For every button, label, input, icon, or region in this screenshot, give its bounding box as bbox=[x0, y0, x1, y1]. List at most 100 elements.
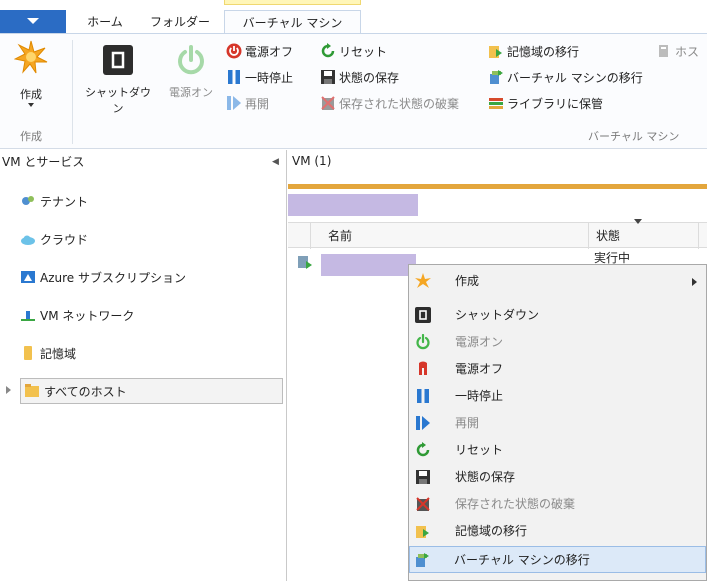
sort-indicator-icon bbox=[634, 219, 642, 224]
menu-item-label: 再開 bbox=[455, 416, 480, 430]
tab-highlight bbox=[224, 0, 361, 5]
store-library-button[interactable]: ライブラリに保管 bbox=[488, 93, 603, 115]
reset-label: リセット bbox=[339, 45, 388, 59]
power-off-label: 電源オフ bbox=[245, 45, 294, 59]
save-icon bbox=[416, 470, 430, 484]
host-button[interactable]: ホス bbox=[656, 41, 699, 63]
discard-icon bbox=[321, 96, 335, 110]
storage-icon bbox=[24, 346, 32, 360]
resume-label: 再開 bbox=[245, 97, 270, 111]
menu-item-label: 状態の保存 bbox=[455, 470, 516, 484]
migrate-storage-button[interactable]: 記憶域の移行 bbox=[488, 41, 579, 63]
resume-icon bbox=[416, 416, 430, 430]
create-button[interactable]: 作成 bbox=[8, 40, 54, 112]
menu-item-label: バーチャル マシンの移行 bbox=[454, 553, 590, 567]
collapse-pane-icon[interactable]: ◀ bbox=[272, 150, 279, 174]
cloud-icon bbox=[21, 235, 35, 245]
redacted-search-field[interactable] bbox=[288, 194, 418, 216]
pause-icon bbox=[228, 70, 240, 84]
nav-item-label: すべてのホスト bbox=[44, 385, 127, 399]
reset-icon bbox=[416, 442, 430, 457]
save-state-button[interactable]: 状態の保存 bbox=[320, 67, 399, 89]
submenu-arrow-icon bbox=[692, 278, 697, 286]
migrate-vm-label: バーチャル マシンの移行 bbox=[507, 71, 643, 85]
tab-home[interactable]: ホーム bbox=[74, 10, 136, 34]
reset-button[interactable]: リセット bbox=[320, 41, 387, 63]
menu-item-label: 記憶域の移行 bbox=[455, 524, 528, 538]
menu-item-label: 電源オン bbox=[455, 335, 504, 349]
content-title: VM (1) bbox=[292, 154, 332, 168]
menu-item-resume[interactable]: 再開 bbox=[411, 410, 707, 437]
migrate-vm-button[interactable]: バーチャル マシンの移行 bbox=[488, 67, 643, 89]
discard-state-label: 保存された状態の破棄 bbox=[339, 97, 460, 111]
power-on-button[interactable]: 電源オン bbox=[162, 44, 220, 104]
nav-item-tenant[interactable]: テナント bbox=[20, 189, 88, 215]
column-header-status[interactable]: 状態 bbox=[596, 227, 620, 244]
search-bar-accent bbox=[288, 184, 707, 189]
menu-item-save-state[interactable]: 状態の保存 bbox=[411, 464, 707, 491]
create-label: 作成 bbox=[20, 88, 42, 101]
menu-item-create[interactable]: 作成 bbox=[411, 268, 707, 295]
network-icon bbox=[21, 311, 35, 321]
menu-item-shutdown[interactable]: シャットダウン bbox=[411, 302, 707, 329]
nav-item-all-hosts[interactable]: すべてのホスト bbox=[20, 378, 283, 404]
expand-arrow-icon[interactable] bbox=[6, 386, 11, 394]
file-tab[interactable] bbox=[0, 10, 66, 34]
menu-item-power-off[interactable]: 電源オフ bbox=[411, 356, 707, 383]
file-dropdown-icon bbox=[27, 18, 39, 24]
reset-icon bbox=[321, 43, 335, 58]
nav-header-title: VM とサービス bbox=[2, 155, 85, 169]
nav-item-cloud[interactable]: クラウド bbox=[20, 227, 88, 253]
tab-folder[interactable]: フォルダー bbox=[140, 10, 220, 34]
vm-running-icon bbox=[298, 256, 312, 269]
host-label: ホス bbox=[675, 45, 700, 59]
host-icon bbox=[659, 45, 668, 57]
grid-header: 名前 状態 bbox=[288, 219, 707, 249]
nav-header: VM とサービス ◀ bbox=[0, 150, 287, 174]
power-on-icon bbox=[416, 334, 430, 350]
menu-item-discard-state[interactable]: 保存された状態の破棄 bbox=[411, 491, 707, 518]
menu-item-reset[interactable]: リセット bbox=[411, 437, 707, 464]
column-separator bbox=[310, 223, 311, 249]
menu-item-label: 作成 bbox=[455, 274, 480, 288]
power-off-icon bbox=[226, 43, 242, 59]
resume-button[interactable]: 再開 bbox=[226, 93, 269, 115]
column-separator bbox=[698, 223, 699, 249]
nav-item-label: VM ネットワーク bbox=[40, 309, 135, 323]
menu-item-migrate-vm[interactable]: バーチャル マシンの移行 bbox=[409, 546, 706, 573]
nav-item-azure[interactable]: Azure サブスクリプション bbox=[20, 265, 186, 291]
nav-item-label: Azure サブスクリプション bbox=[40, 271, 186, 285]
column-header-name[interactable]: 名前 bbox=[328, 227, 352, 244]
group-separator bbox=[72, 40, 73, 144]
migrate-storage-icon bbox=[416, 526, 429, 538]
menu-item-power-on[interactable]: 電源オン bbox=[411, 329, 707, 356]
menu-item-migrate-storage[interactable]: 記憶域の移行 bbox=[411, 518, 707, 545]
shutdown-icon bbox=[415, 307, 431, 323]
menu-item-pause[interactable]: 一時停止 bbox=[411, 383, 707, 410]
migrate-storage-label: 記憶域の移行 bbox=[507, 45, 580, 59]
star-icon bbox=[14, 40, 48, 74]
power-off-button[interactable]: 電源オフ bbox=[226, 41, 293, 63]
group-label-create: 作成 bbox=[20, 130, 42, 143]
nav-item-storage[interactable]: 記憶域 bbox=[20, 341, 76, 367]
store-library-label: ライブラリに保管 bbox=[507, 97, 604, 111]
menu-item-label: シャットダウン bbox=[455, 308, 540, 322]
migrate-vm-icon bbox=[416, 553, 429, 567]
star-icon bbox=[415, 273, 431, 288]
nav-item-label: テナント bbox=[40, 195, 89, 209]
pause-button[interactable]: 一時停止 bbox=[226, 67, 293, 89]
pause-label: 一時停止 bbox=[245, 71, 294, 85]
pause-icon bbox=[417, 389, 429, 403]
redacted-vm-name bbox=[321, 254, 416, 276]
shutdown-icon bbox=[103, 45, 133, 75]
discard-state-button[interactable]: 保存された状態の破棄 bbox=[320, 93, 459, 115]
migrate-vm-icon bbox=[490, 70, 503, 84]
content-header: VM (1) bbox=[288, 150, 707, 183]
nav-item-vm-network[interactable]: VM ネットワーク bbox=[20, 303, 134, 329]
group-label-vm: バーチャル マシン bbox=[588, 130, 680, 143]
tenant-icon bbox=[22, 196, 34, 205]
discard-icon bbox=[416, 497, 430, 511]
shutdown-button[interactable]: シャットダウン bbox=[80, 44, 156, 115]
menu-item-label: 一時停止 bbox=[455, 389, 504, 403]
create-dropdown-icon bbox=[28, 103, 34, 107]
